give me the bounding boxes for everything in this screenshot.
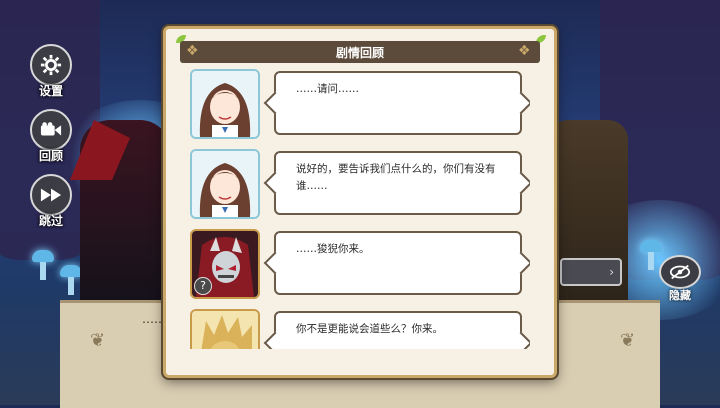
next-arrow-tab[interactable]: › xyxy=(560,258,622,286)
skip-label: 跳过 xyxy=(38,214,63,228)
skip-button[interactable]: 跳过 xyxy=(29,174,73,229)
review-label: 回顾 xyxy=(38,149,63,163)
story-review-panel: 剧情回顾 ❖ ❖ ……请问…… 说好的，要告诉我们点什么的，你们有没有谁…… ?… xyxy=(163,26,557,378)
dialogue-text: ……狻猊你来。 xyxy=(296,243,370,255)
ornament-icon: ❖ xyxy=(186,43,199,59)
glowing-mushroom xyxy=(32,250,54,280)
ornament-icon: ❖ xyxy=(518,43,531,59)
dialogue-text: ……请问…… xyxy=(296,83,359,95)
dialogue-bubble: ……请问…… xyxy=(274,71,522,135)
ornament-icon: ❦ xyxy=(620,330,636,351)
fast-forward-icon xyxy=(30,174,72,216)
dialogue-bubble: 你不是更能说会道些么？你来。 xyxy=(274,311,522,349)
dialogue-bubble: ……狻猊你来。 xyxy=(274,231,522,295)
masked-hooded-villain-avatar: ? xyxy=(190,229,260,299)
ornament-icon: ❦ xyxy=(90,330,106,351)
panel-title: 剧情回顾 xyxy=(335,45,384,60)
review-button[interactable]: 回顾 xyxy=(29,109,73,164)
background-character-left xyxy=(70,120,170,320)
dialogue-bubble: 说好的，要告诉我们点什么的，你们有没有谁…… xyxy=(274,151,522,215)
dialogue-text: 你不是更能说会道些么？你来。 xyxy=(296,323,443,335)
settings-button[interactable]: 设置 xyxy=(29,44,73,99)
hide-ui-label: 隐藏 xyxy=(669,289,691,302)
unknown-speaker-badge: ? xyxy=(194,277,212,295)
settings-label: 设置 xyxy=(38,84,63,98)
background-character-right xyxy=(548,120,628,320)
gear-icon xyxy=(30,44,72,86)
brown-hair-girl-avatar xyxy=(190,149,260,219)
camera-icon xyxy=(30,109,72,151)
panel-title-bar: 剧情回顾 xyxy=(180,41,540,63)
eye-slash-icon xyxy=(659,255,701,289)
hide-ui-button[interactable]: 隐藏 xyxy=(658,255,702,303)
glowing-mushroom xyxy=(60,265,82,295)
chevron-right-icon: › xyxy=(609,265,614,279)
golden-lion-avatar xyxy=(190,309,260,349)
dialogue-text: 说好的，要告诉我们点什么的，你们有没有谁…… xyxy=(296,163,496,192)
brown-hair-girl-avatar xyxy=(190,69,260,139)
dialogue-log-list[interactable]: ……请问…… 说好的，要告诉我们点什么的，你们有没有谁…… ? ……狻猊你来。 … xyxy=(190,69,530,349)
